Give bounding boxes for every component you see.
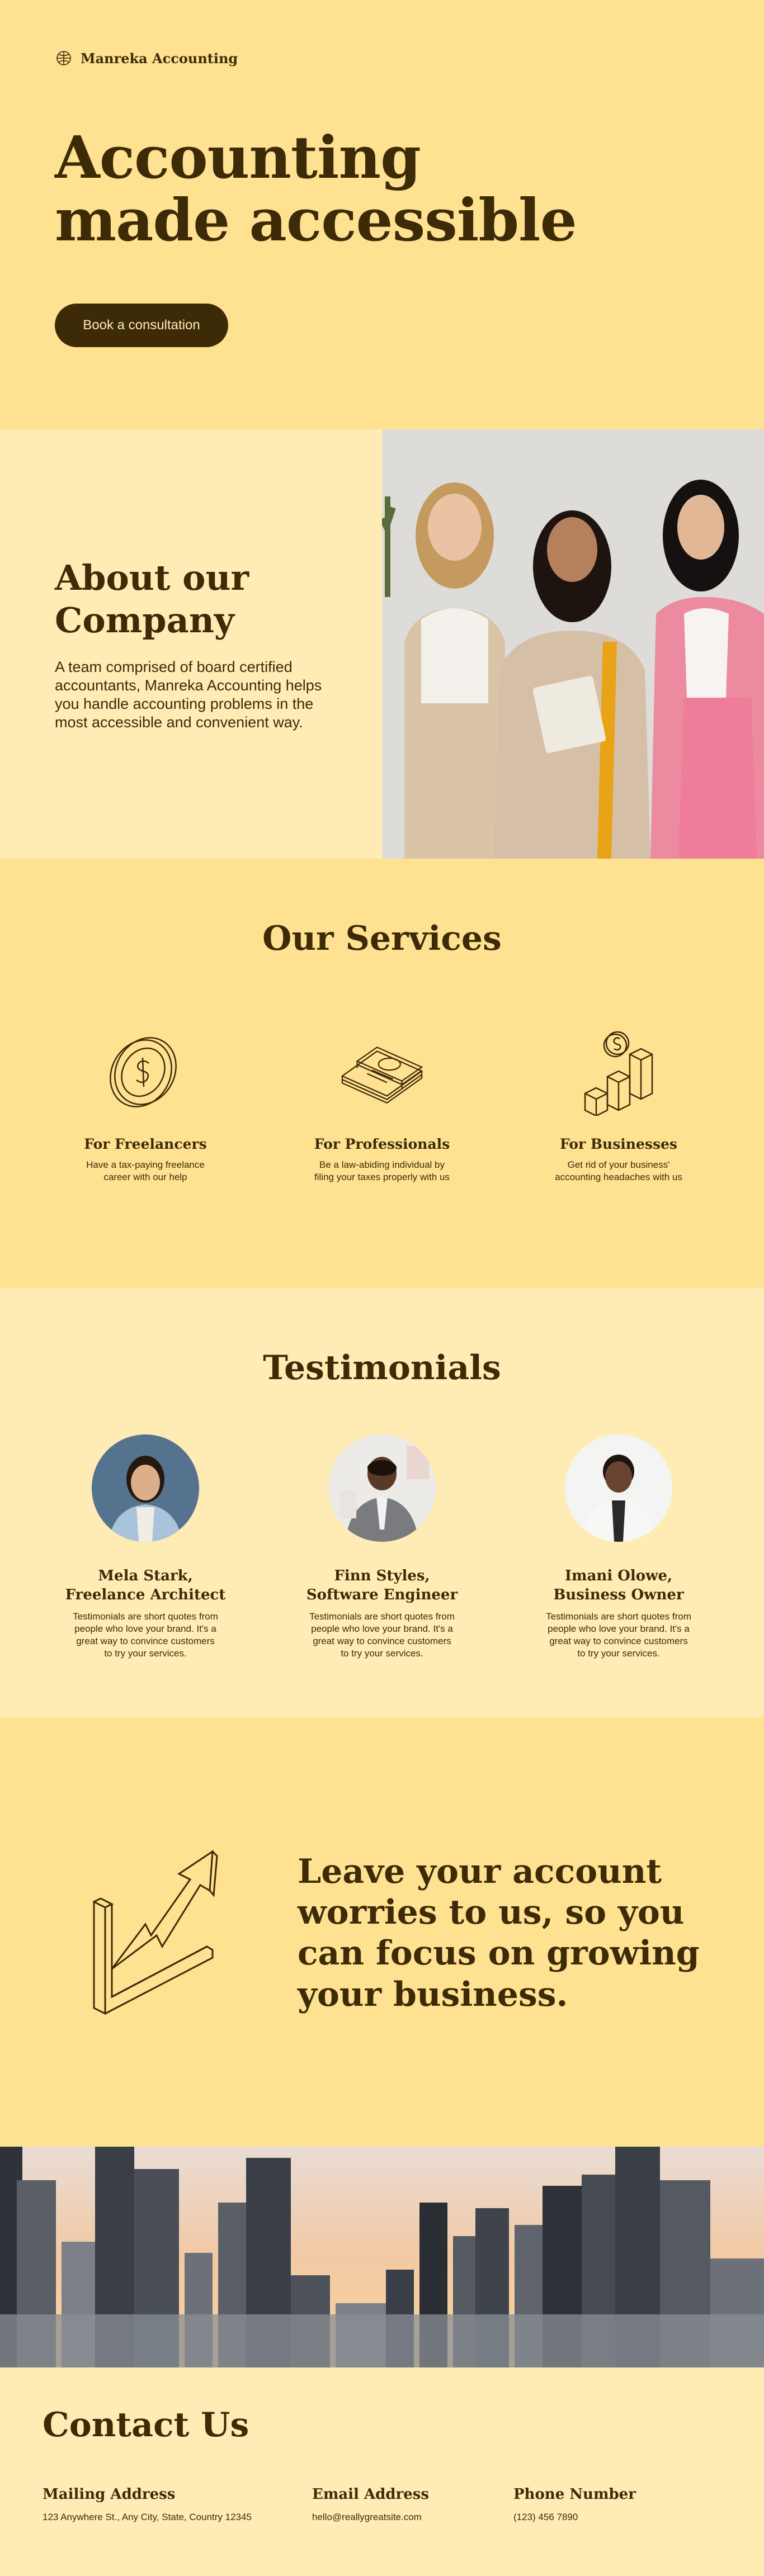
growth-section: Leave your account worries to us, so you… [0,1717,764,2147]
about-section: About our Company A team comprised of bo… [0,429,764,859]
bar-chart-coin-icon [584,1031,653,1116]
email-address: Email Address hello@reallygreatsite.com [312,2486,429,2523]
team-photo [382,429,764,859]
cash-stack-icon [341,1046,423,1104]
about-text: About our Company A team comprised of bo… [0,429,382,859]
avatar [328,1434,436,1542]
phone-number: Phone Number (123) 456 7890 [513,2486,636,2523]
service-title: For Professionals [314,1136,450,1152]
contact-section: Contact Us Mailing Address 123 Anywhere … [0,2367,764,2576]
about-title-line2: Company [55,599,234,641]
avatar [92,1434,199,1542]
testimonial-quote: Testimonials are short quotes from peopl… [73,1611,218,1659]
testimonial-name: Imani Olowe, Business Owner [518,1566,719,1605]
testimonials-title: Testimonials [263,1348,501,1388]
hero-title: Accounting made accessible [55,126,577,252]
testimonial-role: Software Engineer [306,1587,458,1604]
contact-title: Contact Us [43,2405,249,2445]
service-card-businesses[interactable]: For Businesses Get rid of your business'… [518,1026,719,1183]
mailing-label: Mailing Address [43,2486,176,2503]
testimonial-name: Finn Styles, Software Engineer [281,1566,483,1605]
about-title-line1: About our [55,557,249,598]
phone-label: Phone Number [513,2486,636,2503]
growth-message: Leave your account worries to us, so you… [298,1852,700,2014]
email-label: Email Address [312,2486,430,2503]
service-title: For Businesses [559,1136,678,1152]
testimonial-role: Freelance Architect [65,1587,226,1604]
avatar-photo [328,1434,436,1542]
city-skyline-illustration [0,2147,764,2367]
coin-icon [110,1037,177,1107]
services-title: Our Services [262,919,502,958]
brand[interactable]: Manreka Accounting [55,49,238,67]
brand-name: Manreka Accounting [81,50,238,67]
service-desc: Get rid of your business' accounting hea… [555,1159,682,1183]
hero-title-line1: Accounting [55,123,421,192]
testimonial-name-text: Mela Stark, [98,1568,193,1584]
hero-section: Manreka Accounting Accounting made acces… [0,0,764,429]
hero-title-line2: made accessible [55,186,577,255]
testimonial-name-text: Imani Olowe, [564,1568,673,1584]
testimonial-card: Imani Olowe, Business Owner Testimonials… [518,1434,719,1660]
testimonial-role: Business Owner [553,1587,684,1604]
service-title: For Freelancers [84,1136,207,1152]
mailing-value: 123 Anywhere St., Any City, State, Count… [43,2512,252,2522]
testimonial-quote: Testimonials are short quotes from peopl… [309,1611,455,1659]
about-body: A team comprised of board certified acco… [55,659,322,731]
team-photo-illustration [382,429,764,859]
testimonial-name: Mela Stark, Freelance Architect [45,1566,246,1605]
testimonial-card: Mela Stark, Freelance Architect Testimon… [45,1434,246,1660]
email-link[interactable]: hello@reallygreatsite.com [312,2512,429,2523]
testimonials-section: Testimonials Mela Stark, Freelance Archi… [0,1288,764,1717]
testimonial-card: Finn Styles, Software Engineer Testimoni… [281,1434,483,1660]
growth-arrow-icon [93,1850,218,2015]
city-skyline-photo [0,2147,764,2367]
phone-link[interactable]: (123) 456 7890 [513,2512,636,2523]
avatar-photo [92,1434,199,1542]
testimonial-quote: Testimonials are short quotes from peopl… [546,1611,691,1659]
service-desc: Be a law-abiding individual by filing yo… [314,1159,450,1183]
services-section: Our Services For Freelancers Have a tax-… [0,859,764,1288]
service-card-freelancers[interactable]: For Freelancers Have a tax-paying freela… [45,1026,246,1183]
book-consultation-button[interactable]: Book a consultation [55,304,228,347]
testimonial-name-text: Finn Styles, [334,1568,430,1584]
globe-logo-icon [56,51,71,65]
service-desc: Have a tax-paying freelance career with … [86,1159,205,1183]
service-card-professionals[interactable]: For Professionals Be a law-abiding indiv… [281,1026,483,1183]
about-title: About our Company [55,557,382,641]
avatar [565,1434,672,1542]
avatar-photo [565,1434,672,1542]
mailing-address: Mailing Address 123 Anywhere St., Any Ci… [43,2486,252,2523]
